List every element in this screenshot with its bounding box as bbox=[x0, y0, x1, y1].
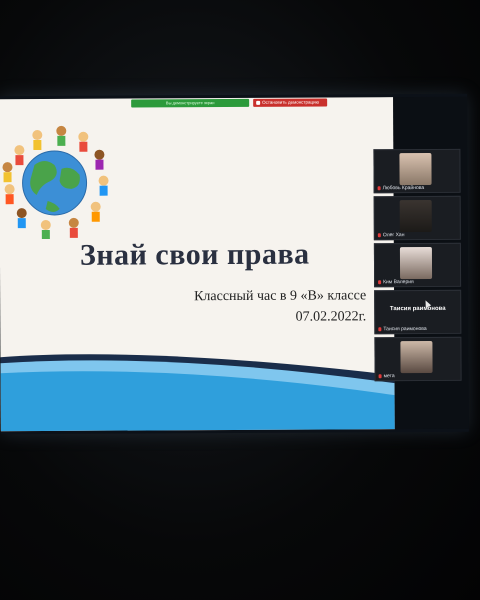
participant-tile[interactable]: Таисия раимонова Таисия раимонова bbox=[374, 289, 462, 335]
participant-video bbox=[399, 246, 433, 280]
share-status-label: Вы демонстрируете экран bbox=[131, 98, 250, 108]
participant-placeholder-name: Таисия раимонова bbox=[389, 305, 446, 313]
participant-tile[interactable]: Ким Валерия bbox=[373, 242, 462, 288]
slide-title: Знай свои права bbox=[79, 237, 310, 272]
participant-tile[interactable]: мета bbox=[374, 336, 462, 382]
stop-icon bbox=[256, 100, 261, 105]
mic-muted-icon bbox=[377, 233, 381, 238]
participant-name: Олег Хан bbox=[377, 232, 404, 238]
mic-muted-icon bbox=[378, 280, 382, 285]
slide-subtitle-date: 07.02.2022г. bbox=[295, 309, 367, 325]
screen-share-bar: Вы демонстрируете экран Остановить демон… bbox=[131, 98, 328, 108]
participant-video bbox=[399, 152, 432, 186]
slide-subtitle-line1: Классный час в 9 «В» классе bbox=[194, 288, 367, 305]
participants-panel: Любовь Крайнова Олег Хан Ким Валерия Таи… bbox=[373, 96, 469, 430]
participant-video bbox=[400, 340, 433, 374]
mic-muted-icon bbox=[378, 327, 382, 332]
slide-wave-decoration bbox=[0, 354, 395, 432]
participant-name: мета bbox=[378, 373, 395, 379]
participant-name: Таисия раимонова bbox=[378, 326, 427, 332]
stop-share-label: Остановить демонстрацию bbox=[262, 99, 319, 105]
participant-tile[interactable]: Олег Хан bbox=[373, 195, 461, 241]
slide-subtitle: Классный час в 9 «В» классе 07.02.2022г. bbox=[194, 285, 366, 328]
mic-muted-icon bbox=[378, 374, 382, 379]
presentation-slide: Вы демонстрируете экран Остановить демон… bbox=[0, 97, 395, 432]
participant-name: Ким Валерия bbox=[378, 279, 414, 285]
participant-name: Любовь Крайнова bbox=[377, 185, 424, 191]
participant-tile[interactable]: Любовь Крайнова bbox=[373, 148, 461, 194]
globe-children-illustration bbox=[2, 125, 109, 240]
participant-video bbox=[399, 199, 432, 233]
monitor-screen: Вы демонстрируете экран Остановить демон… bbox=[0, 93, 469, 435]
stop-share-button[interactable]: Остановить демонстрацию bbox=[253, 98, 328, 107]
mic-muted-icon bbox=[377, 186, 381, 191]
